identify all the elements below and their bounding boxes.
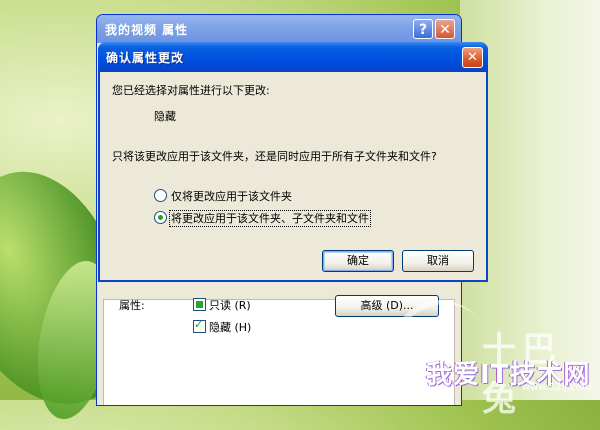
radio-folder-only[interactable]: 仅将更改应用于该文件夹 bbox=[154, 188, 292, 204]
attributes-label: 属性: bbox=[119, 299, 145, 312]
close-icon[interactable]: ✕ bbox=[462, 47, 483, 68]
help-icon[interactable]: ? bbox=[413, 19, 433, 39]
properties-window-title: 我的视频 属性 bbox=[105, 23, 189, 37]
close-icon[interactable]: ✕ bbox=[435, 19, 455, 39]
ok-button[interactable]: 确定 bbox=[322, 250, 394, 272]
radio-label: 将更改应用于该文件夹、子文件夹和文件 bbox=[169, 210, 371, 227]
watermark-url: www.52ij.com bbox=[522, 382, 592, 393]
radio-label: 仅将更改应用于该文件夹 bbox=[171, 190, 292, 203]
hidden-label: 隐藏 (H) bbox=[209, 321, 252, 334]
dialog-titlebar[interactable]: 确认属性更改 ✕ bbox=[98, 42, 488, 72]
question-text: 只将该更改应用于该文件夹，还是同时应用于所有子文件夹和文件? bbox=[112, 150, 437, 163]
change-item: 隐藏 bbox=[154, 110, 176, 123]
readonly-checkbox-row[interactable]: 只读 (R) bbox=[193, 297, 251, 313]
intro-text: 您已经选择对属性进行以下更改: bbox=[112, 84, 270, 97]
cancel-button[interactable]: 取消 bbox=[402, 250, 474, 272]
radio-folder-and-children[interactable]: 将更改应用于该文件夹、子文件夹和文件 bbox=[154, 210, 371, 227]
properties-titlebar[interactable]: 我的视频 属性 ? ✕ bbox=[97, 15, 461, 43]
hidden-checkbox[interactable] bbox=[193, 318, 206, 333]
readonly-label: 只读 (R) bbox=[209, 299, 251, 312]
dialog-title: 确认属性更改 bbox=[106, 51, 185, 65]
readonly-checkbox[interactable] bbox=[193, 298, 206, 311]
radio-button[interactable] bbox=[154, 189, 167, 202]
radio-button[interactable] bbox=[154, 211, 167, 224]
confirm-attribute-dialog: 确认属性更改 ✕ 您已经选择对属性进行以下更改: 隐藏 只将该更改应用于该文件夹… bbox=[98, 42, 488, 282]
hidden-checkbox-row[interactable]: 隐藏 (H) bbox=[193, 318, 252, 335]
